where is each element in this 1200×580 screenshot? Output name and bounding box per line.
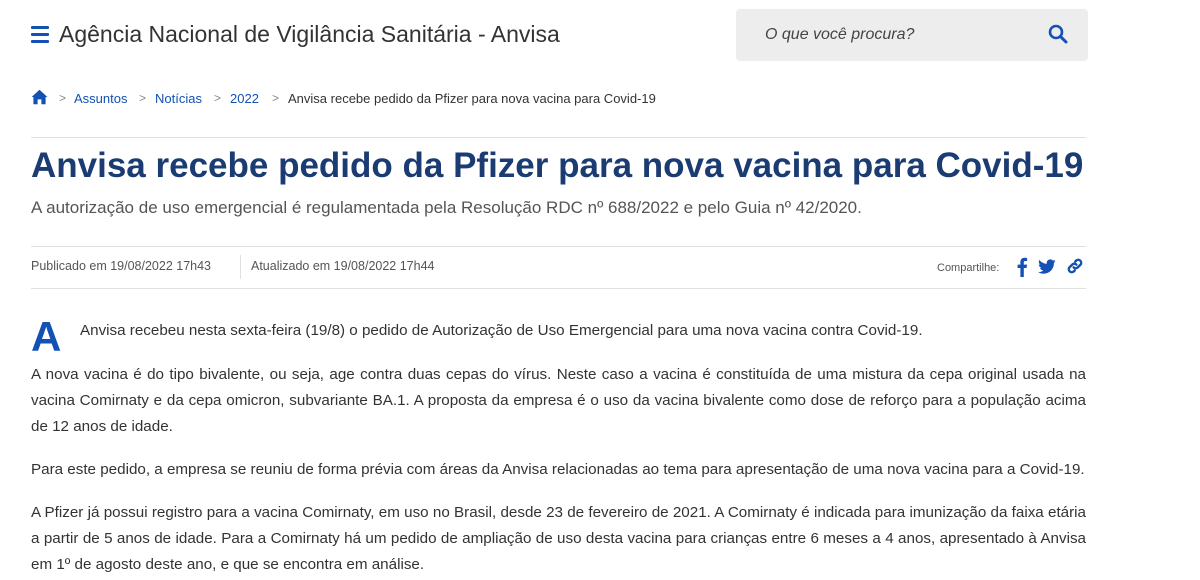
breadcrumb-link-noticias[interactable]: Notícias bbox=[155, 91, 202, 106]
breadcrumb-separator: > bbox=[139, 91, 147, 105]
article-paragraph: Anvisa recebeu nesta sexta-feira (19/8) … bbox=[80, 322, 923, 339]
site-header: Agência Nacional de Vigilância Sanitária… bbox=[0, 0, 1200, 70]
site-title[interactable]: Agência Nacional de Vigilância Sanitária… bbox=[59, 21, 560, 48]
article-paragraph: A Pfizer já possui registro para a vacin… bbox=[31, 504, 1086, 573]
twitter-icon[interactable] bbox=[1038, 259, 1056, 275]
published-date: Publicado em 19/08/2022 17h43 bbox=[31, 259, 212, 273]
search-input[interactable] bbox=[736, 9, 1026, 61]
article-paragraph: Para este pedido, a empresa se reuniu de… bbox=[31, 461, 1085, 478]
page-title: Anvisa recebe pedido da Pfizer para nova… bbox=[31, 146, 1084, 185]
article-paragraph: A nova vacina é do tipo bivalente, ou se… bbox=[31, 366, 1086, 435]
search-icon[interactable] bbox=[1048, 24, 1070, 46]
breadcrumb-link-assuntos[interactable]: Assuntos bbox=[74, 91, 127, 106]
updated-date: Atualizado em 19/08/2022 17h44 bbox=[251, 259, 435, 273]
facebook-icon[interactable] bbox=[1016, 257, 1028, 277]
divider bbox=[31, 246, 1086, 247]
hamburger-menu-icon[interactable] bbox=[31, 26, 49, 43]
link-icon[interactable] bbox=[1066, 257, 1084, 275]
divider bbox=[31, 137, 1086, 138]
search-box bbox=[736, 9, 1088, 61]
home-icon[interactable] bbox=[31, 89, 48, 105]
breadcrumb-link-2022[interactable]: 2022 bbox=[230, 91, 259, 106]
divider bbox=[31, 288, 1086, 289]
share-label: Compartilhe: bbox=[937, 262, 1000, 274]
breadcrumb-separator: > bbox=[272, 91, 280, 105]
meta-divider bbox=[240, 255, 241, 279]
breadcrumb-current: Anvisa recebe pedido da Pfizer para nova… bbox=[288, 91, 656, 106]
article-subtitle: A autorização de uso emergencial é regul… bbox=[31, 198, 862, 217]
article-dropcap: A bbox=[31, 313, 62, 360]
breadcrumb-separator: > bbox=[59, 91, 67, 105]
breadcrumb-separator: > bbox=[214, 91, 222, 105]
